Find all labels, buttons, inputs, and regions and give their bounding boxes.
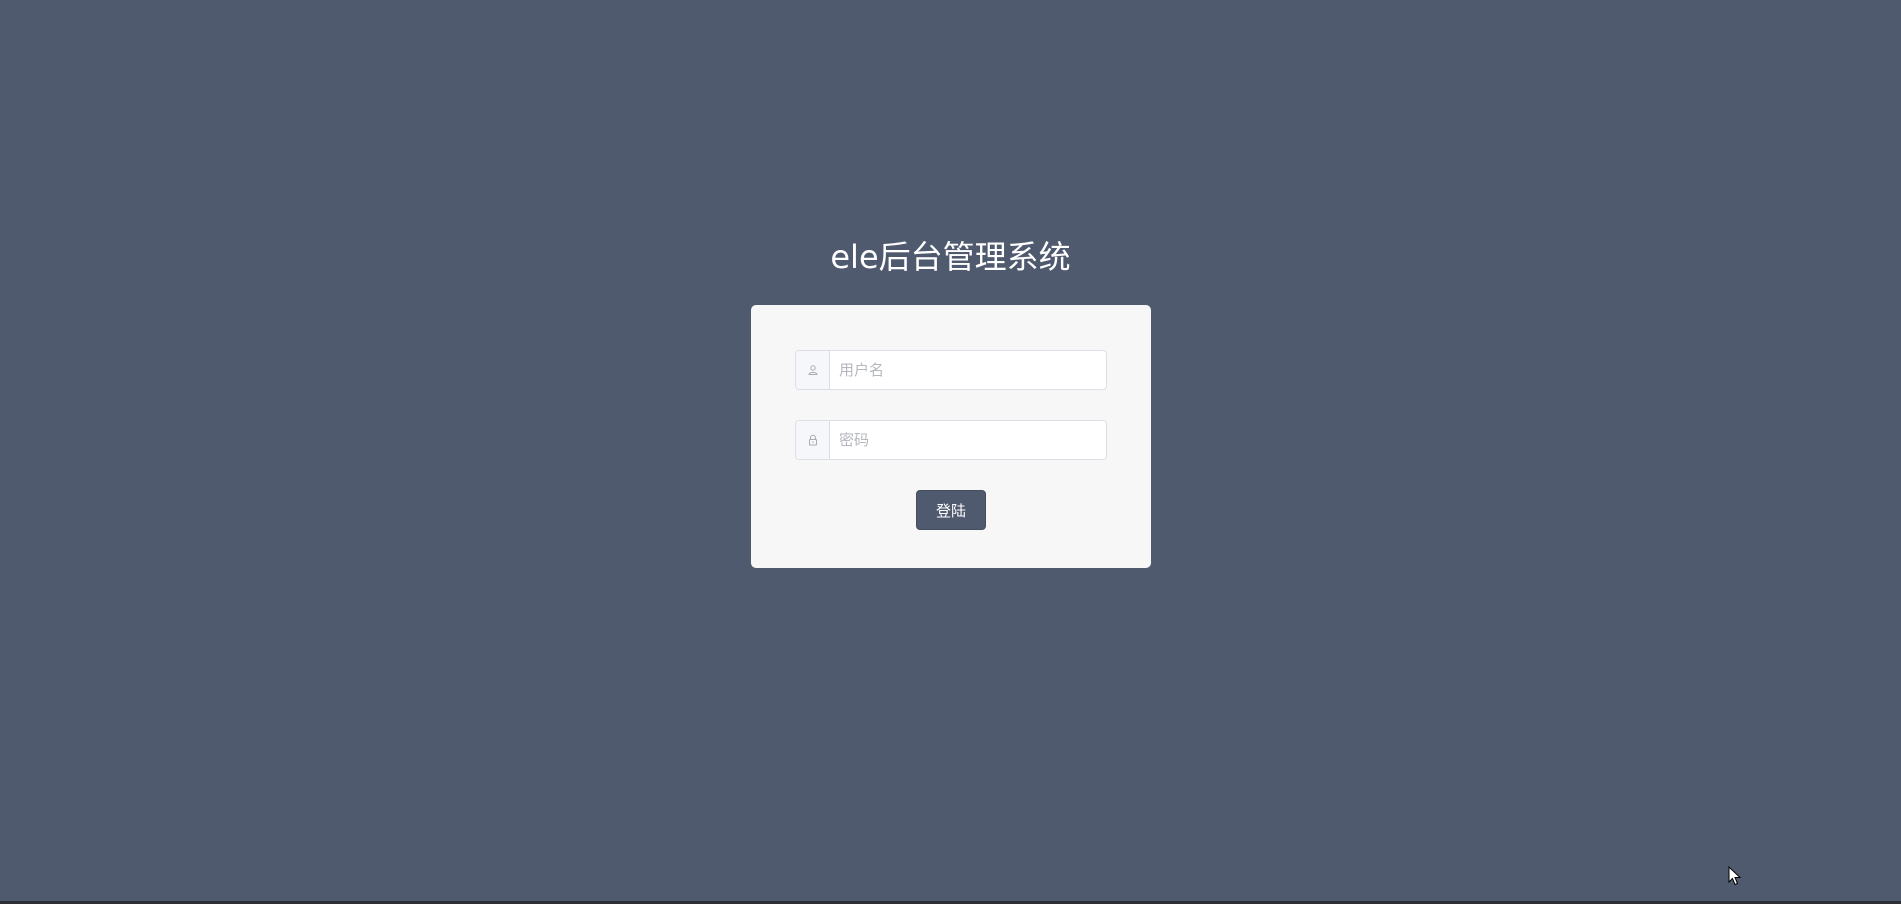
login-card: 登陆 — [751, 305, 1151, 568]
password-input[interactable] — [830, 421, 1106, 459]
login-button[interactable]: 登陆 — [916, 490, 986, 530]
username-input[interactable] — [830, 351, 1106, 389]
password-field — [795, 420, 1107, 460]
mouse-cursor-icon — [1728, 865, 1742, 891]
username-field — [795, 350, 1107, 390]
page-title: ele后台管理系统 — [830, 238, 1071, 276]
lock-icon — [796, 421, 830, 459]
login-page: ele后台管理系统 登陆 — [0, 0, 1901, 904]
user-icon — [796, 351, 830, 389]
